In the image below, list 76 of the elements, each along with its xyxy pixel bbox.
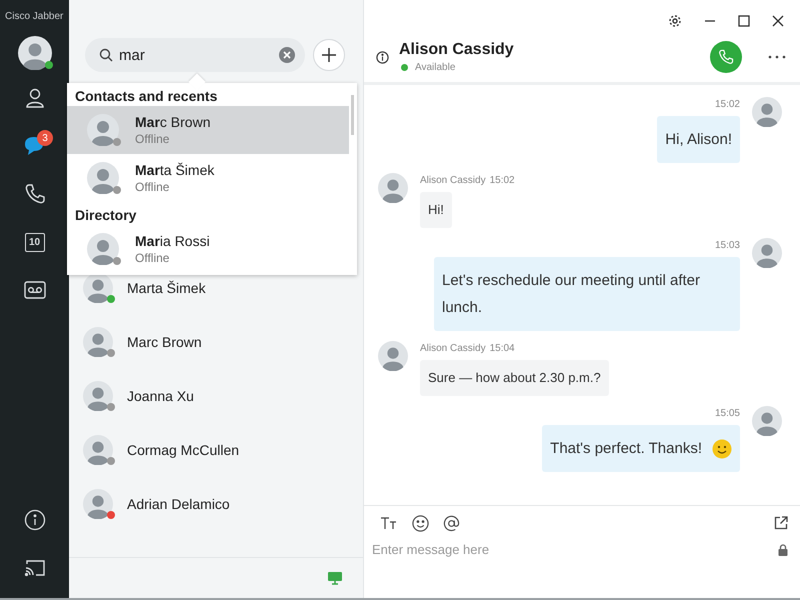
settings-icon[interactable] (668, 14, 682, 28)
result-status: Offline (135, 132, 170, 146)
result-status: Offline (135, 180, 170, 194)
result-item[interactable]: Marta Šimek Offline (67, 154, 357, 202)
contact-item[interactable]: Marc Brown (69, 314, 363, 370)
section-heading: Contacts and recents (74, 87, 218, 106)
info-icon (24, 509, 46, 531)
monitor-icon[interactable] (327, 571, 343, 585)
status-dot (401, 64, 408, 71)
avatar-icon (87, 162, 119, 194)
voicemail-icon (24, 281, 46, 299)
calendar-icon: 10 (24, 232, 44, 252)
presence-status: Available (415, 62, 456, 73)
avatar-icon (18, 36, 52, 70)
more-icon (768, 55, 786, 59)
phone-icon (718, 49, 734, 65)
app-title: Cisco Jabber (4, 11, 64, 22)
more-button[interactable] (768, 55, 786, 59)
contact-name: Adrian Delamico (127, 496, 230, 512)
close-icon[interactable] (772, 15, 784, 27)
lock-icon (778, 544, 788, 556)
contact-name: Alison Cassidy (399, 41, 514, 59)
message-time: 15:05 (714, 408, 740, 419)
avatar-icon (378, 173, 408, 203)
emoji-icon[interactable] (412, 514, 429, 532)
result-name: Maria Rossi (135, 233, 210, 249)
add-button[interactable] (313, 39, 345, 71)
contact-name: Marta Šimek (127, 280, 206, 296)
section-heading: Directory (74, 206, 138, 225)
avatar-icon (83, 381, 113, 411)
text-format-icon[interactable] (380, 516, 398, 530)
message-time: 15:04 (490, 343, 515, 354)
avatar-icon (87, 233, 119, 265)
avatar-icon (752, 406, 782, 436)
maximize-icon[interactable] (738, 15, 750, 27)
call-button[interactable] (710, 41, 742, 73)
message-time: 15:02 (490, 175, 515, 186)
avatar-icon (752, 238, 782, 268)
message-text: Hi, Alison! (665, 130, 732, 150)
message-text: That's perfect. Thanks! (550, 439, 702, 459)
result-item[interactable]: Maria Rossi Offline (67, 225, 357, 273)
message-text: Hi! (428, 202, 444, 218)
message-time: 15:02 (714, 99, 740, 110)
result-status: Offline (135, 251, 170, 265)
contact-name: Cormag McCullen (127, 442, 240, 458)
search-icon (99, 48, 113, 62)
avatar-icon (752, 97, 782, 127)
person-icon (24, 87, 46, 109)
unread-badge: 3 (37, 130, 53, 146)
info-icon[interactable] (376, 50, 389, 64)
contact-item[interactable]: Joanna Xu (69, 368, 363, 424)
result-name: Marta Šimek (135, 162, 214, 178)
result-name: Marc Brown (135, 114, 210, 130)
phone-icon (24, 183, 46, 205)
contact-item[interactable]: Adrian Delamico (69, 476, 363, 532)
search-field[interactable]: mar (85, 38, 305, 72)
cast-icon (24, 559, 46, 577)
avatar-icon (83, 489, 113, 519)
result-item[interactable]: Marc Brown Offline (67, 106, 349, 154)
contact-name: Joanna Xu (127, 388, 194, 404)
avatar-icon (83, 327, 113, 357)
message-text: Sure — how about 2.30 p.m.? (428, 370, 601, 386)
avatar-icon (83, 435, 113, 465)
sender-name: Alison Cassidy (420, 175, 486, 186)
pop-out-icon[interactable] (774, 516, 788, 530)
mention-icon[interactable] (443, 514, 460, 532)
smiley-icon (712, 438, 732, 458)
contact-name: Marc Brown (127, 334, 202, 350)
clear-icon[interactable] (279, 47, 295, 63)
message-text: Let's reschedule our meeting until after lunch. (442, 271, 702, 318)
sender-name: Alison Cassidy (420, 343, 486, 354)
avatar-icon (87, 114, 119, 146)
plus-icon (322, 48, 336, 62)
contact-item[interactable]: Cormag McCullen (69, 422, 363, 478)
avatar-icon (378, 341, 408, 371)
message-time: 15:03 (714, 240, 740, 251)
